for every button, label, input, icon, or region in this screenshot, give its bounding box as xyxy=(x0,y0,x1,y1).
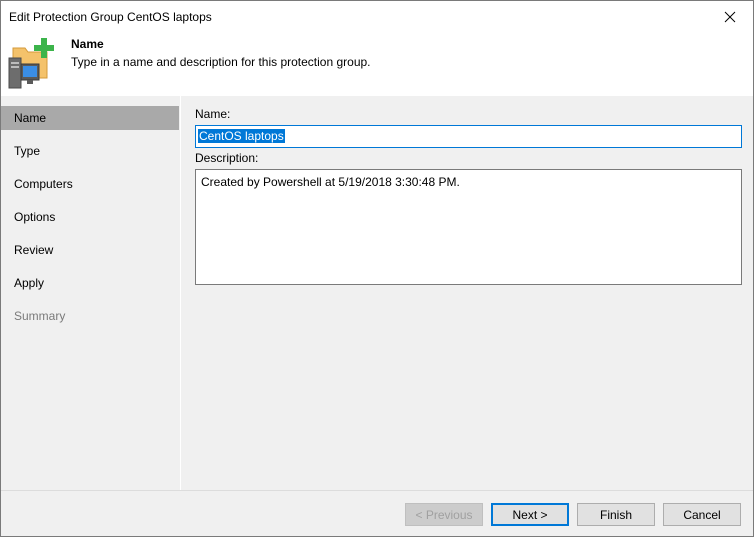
sidebar-item-apply[interactable]: Apply xyxy=(1,271,179,295)
next-button[interactable]: Next > xyxy=(491,503,569,526)
title-bar: Edit Protection Group CentOS laptops xyxy=(1,1,753,32)
name-field-value: CentOS laptops xyxy=(198,129,285,143)
wizard-footer: < Previous Next > Finish Cancel xyxy=(1,490,753,536)
previous-button: < Previous xyxy=(405,503,483,526)
finish-button[interactable]: Finish xyxy=(577,503,655,526)
name-field[interactable]: CentOS laptops xyxy=(195,125,742,148)
description-field[interactable]: Created by Powershell at 5/19/2018 3:30:… xyxy=(195,169,742,285)
name-label: Name: xyxy=(195,107,231,121)
protection-group-icon xyxy=(8,38,54,89)
close-button[interactable] xyxy=(707,1,753,32)
dialog-window: Edit Protection Group CentOS laptops Nam… xyxy=(0,0,754,537)
description-label: Description: xyxy=(195,151,259,165)
sidebar-item-options[interactable]: Options xyxy=(1,205,179,229)
close-icon xyxy=(724,11,736,22)
sidebar-item-computers[interactable]: Computers xyxy=(1,172,179,196)
sidebar-item-name[interactable]: Name xyxy=(1,106,179,130)
sidebar-item-review[interactable]: Review xyxy=(1,238,179,262)
wizard-steps-sidebar: Name Type Computers Options Review Apply… xyxy=(1,96,181,490)
cancel-button[interactable]: Cancel xyxy=(663,503,741,526)
step-title: Name xyxy=(71,37,104,51)
window-title: Edit Protection Group CentOS laptops xyxy=(9,10,212,24)
sidebar-item-type[interactable]: Type xyxy=(1,139,179,163)
step-description: Type in a name and description for this … xyxy=(71,55,371,69)
step-content: Name: CentOS laptops Description: Create… xyxy=(182,96,753,490)
description-field-value: Created by Powershell at 5/19/2018 3:30:… xyxy=(201,175,460,189)
wizard-header: Name Type in a name and description for … xyxy=(1,32,753,96)
sidebar-item-summary: Summary xyxy=(14,309,66,323)
